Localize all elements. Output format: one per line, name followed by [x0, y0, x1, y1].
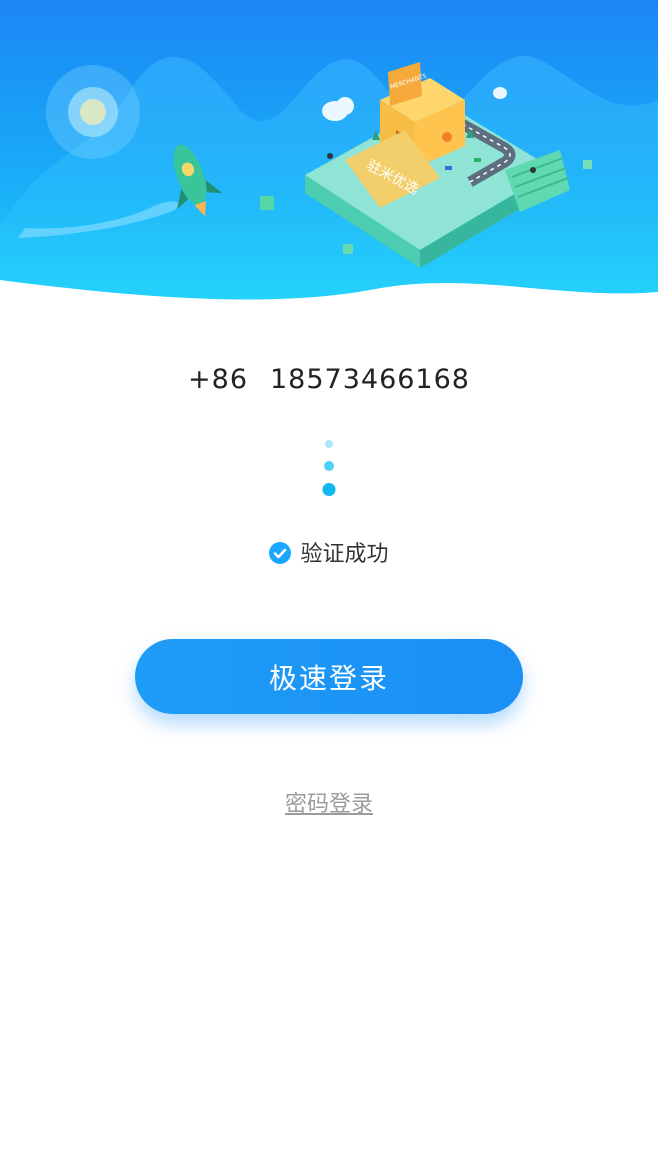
verification-status: 验证成功: [0, 536, 658, 568]
progress-dot: [325, 440, 333, 448]
progress-dot: [324, 461, 334, 471]
check-circle-icon: [269, 542, 292, 564]
progress-dots: [322, 438, 336, 498]
verification-label: 验证成功: [300, 542, 389, 567]
hero-illustration: MERCHANTS 驻米优选: [0, 0, 658, 300]
quick-login-button[interactable]: 极速登录: [135, 639, 523, 714]
country-code: +86: [188, 364, 248, 395]
sun-icon: [46, 65, 140, 159]
phone-number: 18573466168: [270, 364, 470, 395]
hero-banner: MERCHANTS 驻米优选: [0, 0, 658, 310]
password-login-link[interactable]: 密码登录: [0, 786, 658, 818]
progress-dot: [322, 483, 336, 496]
phone-number-display: +86 18573466168: [0, 364, 658, 395]
